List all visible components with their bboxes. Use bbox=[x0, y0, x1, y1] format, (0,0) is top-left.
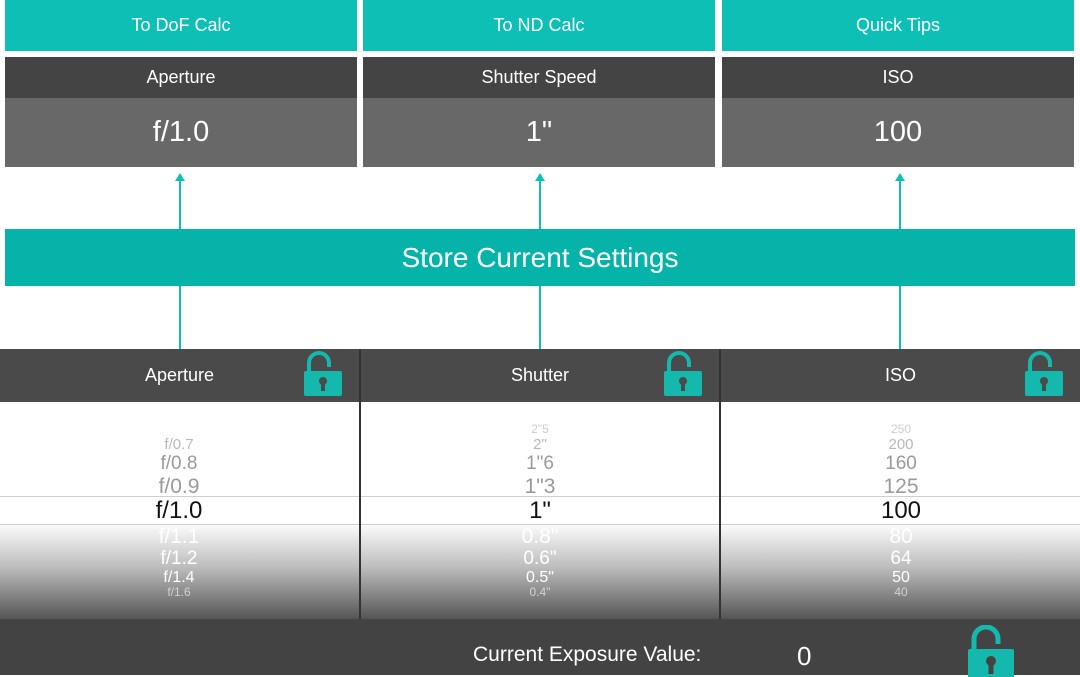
connector-line bbox=[539, 286, 541, 349]
iso-picker[interactable]: 250 200 160 125 100 80 64 50 40 bbox=[722, 402, 1080, 619]
stored-shutter-value: 1" bbox=[363, 98, 715, 167]
picker-row[interactable]: 0.6" bbox=[361, 549, 719, 568]
picker-row[interactable]: 0.4" bbox=[361, 586, 719, 598]
picker-row-selected[interactable]: 100 bbox=[722, 499, 1080, 523]
tab-quick-tips[interactable]: Quick Tips bbox=[722, 0, 1074, 51]
connector-line bbox=[179, 286, 181, 349]
column-divider bbox=[359, 349, 361, 619]
tab-dof-calc[interactable]: To DoF Calc bbox=[5, 0, 357, 51]
connector-line bbox=[899, 286, 901, 349]
exposure-value: 0 bbox=[797, 641, 812, 671]
picker-row[interactable]: f/0.9 bbox=[0, 476, 358, 497]
picker-row[interactable]: 250 bbox=[722, 423, 1080, 435]
stored-shutter-header: Shutter Speed bbox=[363, 57, 715, 98]
picker-row[interactable]: f/1.1 bbox=[0, 526, 358, 547]
stored-iso-value: 100 bbox=[722, 98, 1074, 167]
picker-aperture-label: Aperture bbox=[144, 365, 215, 385]
column-divider bbox=[719, 349, 721, 619]
picker-row[interactable]: 0.5" bbox=[361, 570, 719, 586]
picker-row[interactable]: f/1.4 bbox=[0, 570, 358, 586]
picker-row[interactable]: 64 bbox=[722, 549, 1080, 568]
picker-row[interactable]: 2"5 bbox=[361, 423, 719, 435]
picker-row[interactable]: 200 bbox=[722, 437, 1080, 452]
picker-shutter-label: Shutter bbox=[510, 365, 570, 385]
picker-row[interactable]: 80 bbox=[722, 526, 1080, 547]
picker-row[interactable]: f/1.2 bbox=[0, 549, 358, 568]
picker-row-selected[interactable]: 1" bbox=[361, 499, 719, 523]
stored-aperture-value: f/1.0 bbox=[5, 98, 357, 167]
stored-iso-header: ISO bbox=[722, 57, 1074, 98]
aperture-lock-icon[interactable] bbox=[303, 351, 343, 397]
iso-lock-icon[interactable] bbox=[1024, 351, 1064, 397]
picker-row[interactable]: 1"3 bbox=[361, 476, 719, 497]
picker-row[interactable]: 125 bbox=[722, 476, 1080, 497]
aperture-picker[interactable]: f/0.7 f/0.8 f/0.9 f/1.0 f/1.1 f/1.2 f/1.… bbox=[0, 402, 358, 619]
connector-line bbox=[179, 180, 181, 229]
picker-row[interactable]: 0.8" bbox=[361, 526, 719, 547]
stored-aperture-header: Aperture bbox=[5, 57, 357, 98]
shutter-lock-icon[interactable] bbox=[663, 351, 703, 397]
picker-row[interactable]: 160 bbox=[722, 454, 1080, 473]
picker-row[interactable]: f/0.7 bbox=[0, 437, 358, 452]
picker-iso-label: ISO bbox=[884, 365, 916, 385]
picker-row[interactable]: 40 bbox=[722, 586, 1080, 598]
connector-line bbox=[539, 180, 541, 229]
picker-row[interactable]: 2" bbox=[361, 437, 719, 452]
exposure-lock-icon[interactable] bbox=[967, 625, 1015, 677]
tab-nd-calc[interactable]: To ND Calc bbox=[363, 0, 715, 51]
picker-row-selected[interactable]: f/1.0 bbox=[0, 499, 358, 523]
exposure-value-label: Current Exposure Value: bbox=[473, 643, 702, 666]
picker-row[interactable]: 50 bbox=[722, 570, 1080, 586]
picker-row[interactable]: 1"6 bbox=[361, 454, 719, 473]
shutter-picker[interactable]: 2"5 2" 1"6 1"3 1" 0.8" 0.6" 0.5" 0.4" bbox=[361, 402, 719, 619]
picker-row[interactable]: f/1.6 bbox=[0, 586, 358, 598]
store-current-settings-button[interactable]: Store Current Settings bbox=[5, 229, 1075, 286]
picker-row[interactable]: f/0.8 bbox=[0, 454, 358, 473]
connector-line bbox=[899, 180, 901, 229]
